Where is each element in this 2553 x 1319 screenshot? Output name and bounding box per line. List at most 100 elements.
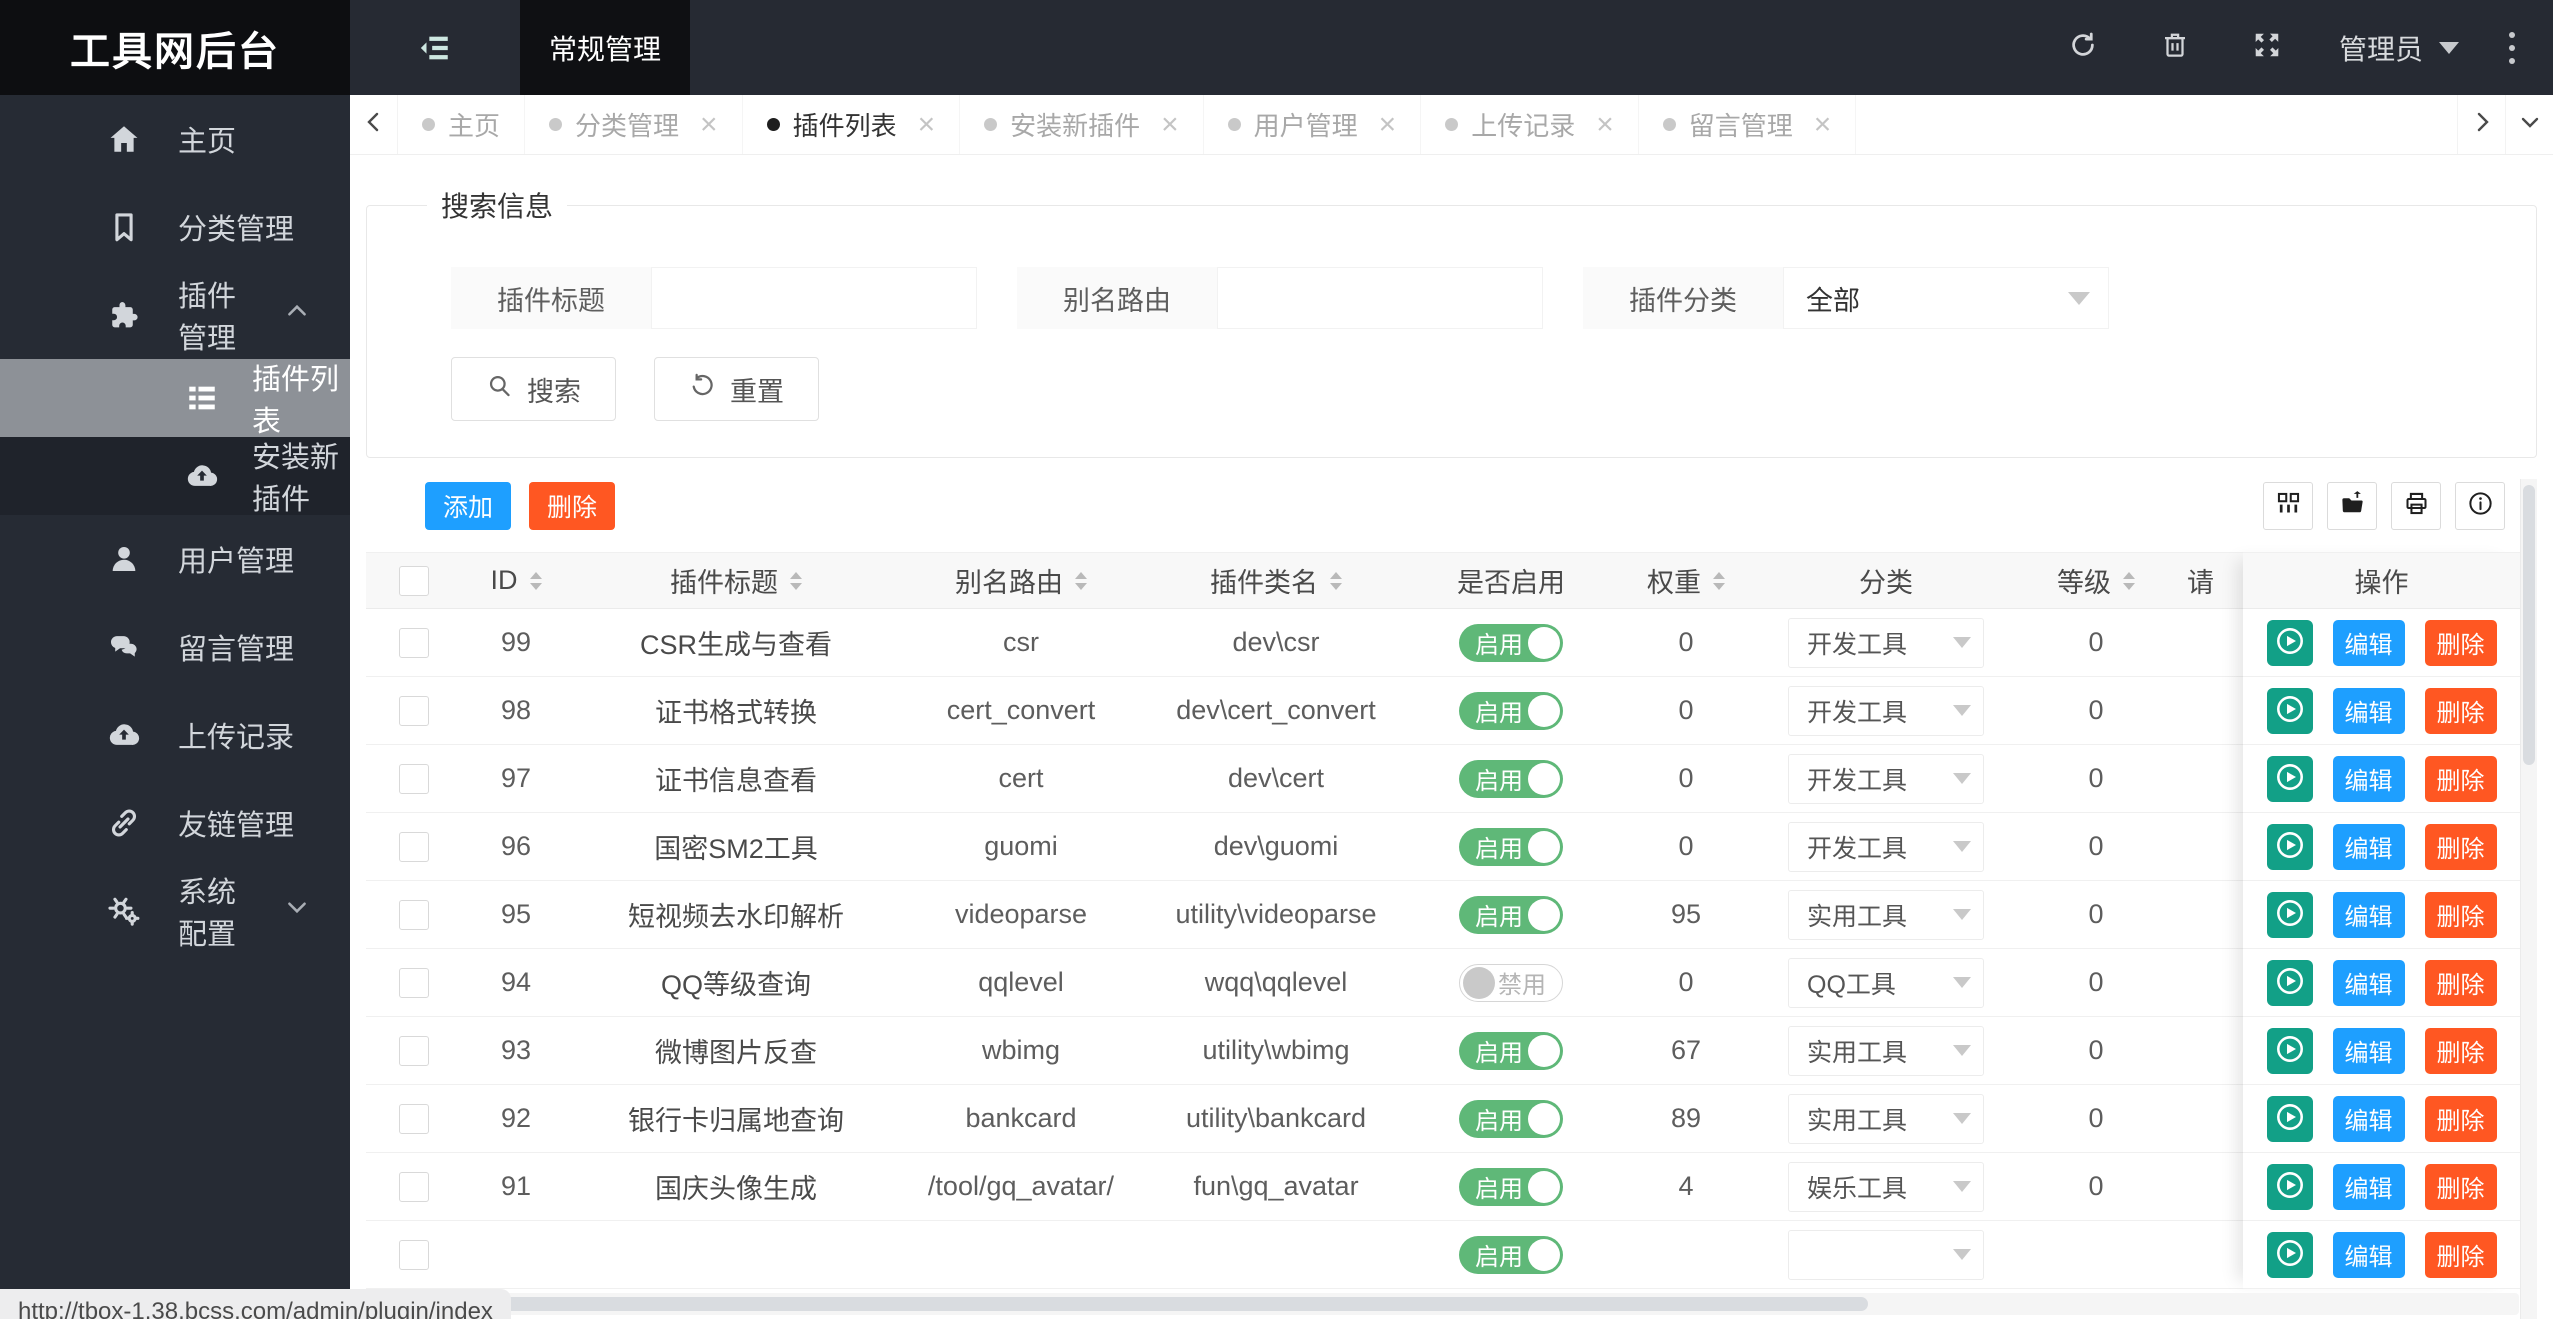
row-checkbox[interactable] — [398, 967, 429, 998]
tab-安装新插件[interactable]: 安装新插件 × — [960, 95, 1204, 154]
sort-icon[interactable] — [1075, 571, 1087, 590]
edit-button[interactable]: 编辑 — [2332, 1231, 2405, 1278]
enabled-toggle[interactable]: 启用 — [1459, 827, 1563, 866]
column-header[interactable]: ID — [461, 565, 571, 596]
close-icon[interactable]: × — [1596, 109, 1614, 140]
category-select[interactable]: 开发工具 — [1788, 821, 1984, 872]
sidebar-item[interactable]: 用户管理 — [0, 515, 350, 603]
add-button[interactable]: 添加 — [425, 482, 512, 530]
edit-button[interactable]: 编辑 — [2332, 687, 2405, 734]
category-select[interactable]: 实用工具 — [1788, 1093, 1984, 1144]
collapse-sidebar-button[interactable] — [350, 0, 520, 95]
sidebar-item[interactable]: 分类管理 — [0, 183, 350, 271]
delete-button[interactable]: 删除 — [2424, 687, 2497, 734]
sort-icon[interactable] — [529, 571, 542, 590]
user-menu[interactable]: 管理员 — [2313, 0, 2485, 95]
delete-button[interactable]: 删除 — [2424, 619, 2497, 666]
delete-button[interactable]: 删除 — [2424, 823, 2497, 870]
enabled-toggle[interactable]: 启用 — [1459, 1167, 1563, 1206]
category-select[interactable]: 开发工具 — [1788, 753, 1984, 804]
horizontal-scrollbar-thumb[interactable] — [368, 1297, 1868, 1311]
delete-button[interactable]: 删除 — [2424, 891, 2497, 938]
sidebar-item[interactable]: 主页 — [0, 95, 350, 183]
row-checkbox[interactable] — [398, 831, 429, 862]
delete-button[interactable]: 删除 — [2424, 1231, 2497, 1278]
sort-icon[interactable] — [2123, 571, 2135, 590]
sort-icon[interactable] — [1713, 571, 1725, 590]
category-select[interactable]: 实用工具 — [1788, 1025, 1984, 1076]
tab-分类管理[interactable]: 分类管理 × — [525, 95, 743, 154]
enabled-toggle[interactable]: 启用 — [1459, 1235, 1563, 1274]
category-select[interactable] — [1788, 1229, 1984, 1280]
close-icon[interactable]: × — [700, 109, 718, 140]
sort-icon[interactable] — [790, 571, 802, 590]
fullscreen-button[interactable] — [2221, 0, 2313, 95]
row-checkbox[interactable] — [398, 1171, 429, 1202]
edit-button[interactable]: 编辑 — [2332, 619, 2405, 666]
alias-route-input[interactable] — [1217, 267, 1543, 329]
run-plugin-button[interactable] — [2266, 959, 2313, 1006]
delete-button[interactable]: 删除 — [2424, 1163, 2497, 1210]
refresh-button[interactable] — [2037, 0, 2129, 95]
run-plugin-button[interactable] — [2266, 891, 2313, 938]
sidebar-item[interactable]: 插件管理 — [0, 271, 350, 359]
run-plugin-button[interactable] — [2266, 1231, 2313, 1278]
batch-delete-button[interactable]: 删除 — [529, 482, 616, 530]
row-checkbox[interactable] — [398, 763, 429, 794]
column-header[interactable]: 别名路由 — [901, 561, 1141, 600]
enabled-toggle[interactable]: 禁用 — [1459, 963, 1563, 1002]
print-button[interactable] — [2391, 482, 2441, 530]
row-checkbox[interactable] — [398, 695, 429, 726]
close-icon[interactable]: × — [1161, 109, 1179, 140]
sidebar-item[interactable]: 系统配置 — [0, 867, 350, 955]
info-button[interactable] — [2455, 482, 2505, 530]
tab-留言管理[interactable]: 留言管理 × — [1639, 95, 1857, 154]
tabs-menu-button[interactable] — [2505, 95, 2553, 154]
edit-button[interactable]: 编辑 — [2332, 1027, 2405, 1074]
sidebar-item[interactable]: 留言管理 — [0, 603, 350, 691]
delete-button[interactable]: 删除 — [2424, 959, 2497, 1006]
sidebar-item[interactable]: 安装新插件 — [0, 437, 350, 516]
edit-button[interactable]: 编辑 — [2332, 1095, 2405, 1142]
column-header[interactable]: 插件类名 — [1141, 561, 1411, 600]
close-icon[interactable]: × — [918, 109, 936, 140]
enabled-toggle[interactable]: 启用 — [1459, 1031, 1563, 1070]
export-button[interactable] — [2327, 482, 2377, 530]
row-checkbox[interactable] — [398, 1239, 429, 1270]
sidebar-item[interactable]: 上传记录 — [0, 691, 350, 779]
tab-用户管理[interactable]: 用户管理 × — [1204, 95, 1422, 154]
header-nav-tab[interactable]: 常规管理 — [520, 0, 690, 95]
column-header[interactable]: 等级 — [2011, 561, 2181, 600]
run-plugin-button[interactable] — [2266, 1163, 2313, 1210]
clear-cache-button[interactable] — [2129, 0, 2221, 95]
run-plugin-button[interactable] — [2266, 1027, 2313, 1074]
columns-toggle-button[interactable] — [2263, 482, 2313, 530]
run-plugin-button[interactable] — [2266, 687, 2313, 734]
enabled-toggle[interactable]: 启用 — [1459, 895, 1563, 934]
enabled-toggle[interactable]: 启用 — [1459, 623, 1563, 662]
run-plugin-button[interactable] — [2266, 1095, 2313, 1142]
sort-icon[interactable] — [1330, 571, 1342, 590]
run-plugin-button[interactable] — [2266, 619, 2313, 666]
enabled-toggle[interactable]: 启用 — [1459, 691, 1563, 730]
vertical-scrollbar-thumb[interactable] — [2523, 485, 2535, 765]
edit-button[interactable]: 编辑 — [2332, 755, 2405, 802]
run-plugin-button[interactable] — [2266, 755, 2313, 802]
edit-button[interactable]: 编辑 — [2332, 823, 2405, 870]
sidebar-item[interactable]: 插件列表 — [0, 359, 350, 438]
column-header[interactable]: 插件标题 — [571, 561, 901, 600]
reset-button[interactable]: 重置 — [654, 357, 819, 421]
row-checkbox[interactable] — [398, 1035, 429, 1066]
column-header[interactable]: 权重 — [1611, 561, 1761, 600]
sidebar-item[interactable]: 友链管理 — [0, 779, 350, 867]
tabs-scroll-right-button[interactable] — [2457, 95, 2505, 154]
category-select[interactable]: QQ工具 — [1788, 957, 1984, 1008]
delete-button[interactable]: 删除 — [2424, 1027, 2497, 1074]
category-select[interactable]: 娱乐工具 — [1788, 1161, 1984, 1212]
category-select[interactable]: 实用工具 — [1788, 889, 1984, 940]
category-select[interactable]: 开发工具 — [1788, 685, 1984, 736]
row-checkbox[interactable] — [398, 1103, 429, 1134]
row-checkbox[interactable] — [398, 627, 429, 658]
plugin-category-select[interactable]: 全部 — [1783, 267, 2109, 329]
search-button[interactable]: 搜索 — [451, 357, 616, 421]
